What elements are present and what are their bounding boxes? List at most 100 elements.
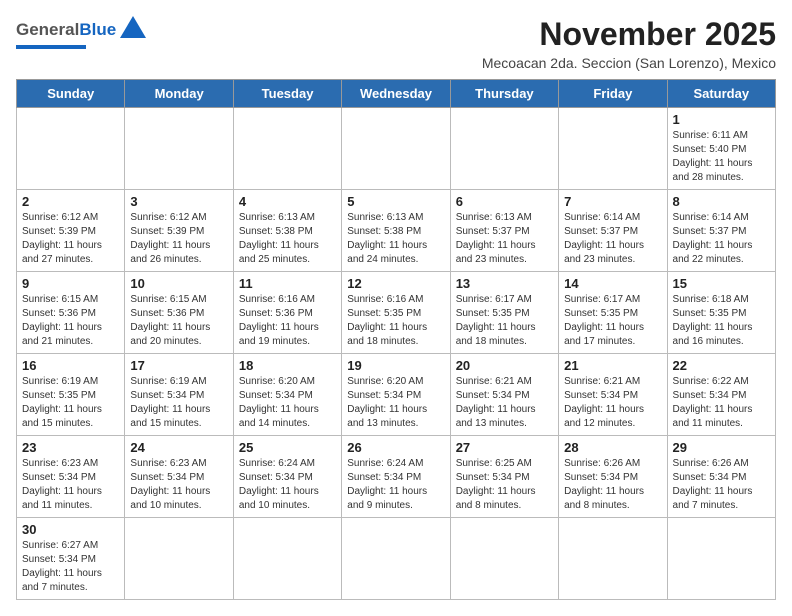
day-header-monday: Monday [125,80,233,108]
title-section: November 2025 Mecoacan 2da. Seccion (San… [482,16,776,71]
calendar-cell [342,108,450,190]
calendar-cell: 22 Sunrise: 6:22 AM Sunset: 5:34 PM Dayli… [667,354,775,436]
calendar-cell: 26 Sunrise: 6:24 AM Sunset: 5:34 PM Dayli… [342,436,450,518]
day-number: 14 [564,276,661,291]
day-info: Sunrise: 6:14 AM Sunset: 5:37 PM Dayligh… [673,211,770,267]
calendar-week-row: 16 Sunrise: 6:19 AM Sunset: 5:35 PM Dayli… [17,354,776,436]
calendar-cell: 23Sunrise: 6:23 AM Sunset: 5:34 PM Dayli… [17,436,125,518]
calendar-cell: 18 Sunrise: 6:20 AM Sunset: 5:34 PM Dayli… [233,354,341,436]
day-info: Sunrise: 6:20 AM Sunset: 5:34 PM Dayligh… [239,375,336,431]
day-info: Sunrise: 6:15 AM Sunset: 5:36 PM Dayligh… [130,293,227,349]
day-number: 16 [22,358,119,373]
day-info: Sunrise: 6:24 AM Sunset: 5:34 PM Dayligh… [239,457,336,513]
calendar-cell [559,108,667,190]
day-header-friday: Friday [559,80,667,108]
day-number: 28 [564,440,661,455]
day-info: Sunrise: 6:15 AM Sunset: 5:36 PM Dayligh… [22,293,119,349]
day-info: Sunrise: 6:24 AM Sunset: 5:34 PM Dayligh… [347,457,444,513]
day-info: Sunrise: 6:23 AM Sunset: 5:34 PM Dayligh… [22,457,119,513]
day-number: 10 [130,276,227,291]
day-info: Sunrise: 6:26 AM Sunset: 5:34 PM Dayligh… [673,457,770,513]
day-number: 29 [673,440,770,455]
day-number: 21 [564,358,661,373]
day-number: 1 [673,112,770,127]
day-header-saturday: Saturday [667,80,775,108]
day-info: Sunrise: 6:12 AM Sunset: 5:39 PM Dayligh… [130,211,227,267]
day-info: Sunrise: 6:20 AM Sunset: 5:34 PM Dayligh… [347,375,444,431]
day-info: Sunrise: 6:22 AM Sunset: 5:34 PM Dayligh… [673,375,770,431]
day-info: Sunrise: 6:25 AM Sunset: 5:34 PM Dayligh… [456,457,553,513]
calendar-cell: 27 Sunrise: 6:25 AM Sunset: 5:34 PM Dayli… [450,436,558,518]
calendar-cell: 8 Sunrise: 6:14 AM Sunset: 5:37 PM Daylig… [667,190,775,272]
day-info: Sunrise: 6:11 AM Sunset: 5:40 PM Dayligh… [673,129,770,185]
day-number: 30 [22,522,119,537]
day-number: 24 [130,440,227,455]
day-number: 17 [130,358,227,373]
day-number: 26 [347,440,444,455]
calendar-cell: 24Sunrise: 6:23 AM Sunset: 5:34 PM Dayli… [125,436,233,518]
calendar-cell: 3Sunrise: 6:12 AM Sunset: 5:39 PM Daylig… [125,190,233,272]
calendar-week-row: 9Sunrise: 6:15 AM Sunset: 5:36 PM Daylig… [17,272,776,354]
day-number: 6 [456,194,553,209]
calendar-cell: 25 Sunrise: 6:24 AM Sunset: 5:34 PM Dayli… [233,436,341,518]
logo: General Blue [16,16,146,49]
day-info: Sunrise: 6:13 AM Sunset: 5:37 PM Dayligh… [456,211,553,267]
day-number: 7 [564,194,661,209]
calendar-cell: 15Sunrise: 6:18 AM Sunset: 5:35 PM Dayli… [667,272,775,354]
calendar-cell: 30 Sunrise: 6:27 AM Sunset: 5:34 PM Dayli… [17,518,125,600]
calendar-cell: 11Sunrise: 6:16 AM Sunset: 5:36 PM Dayli… [233,272,341,354]
calendar-cell [125,108,233,190]
calendar-week-row: 23Sunrise: 6:23 AM Sunset: 5:34 PM Dayli… [17,436,776,518]
day-number: 18 [239,358,336,373]
day-header-sunday: Sunday [17,80,125,108]
calendar-cell [233,108,341,190]
calendar-cell: 10 Sunrise: 6:15 AM Sunset: 5:36 PM Dayli… [125,272,233,354]
calendar-cell: 12Sunrise: 6:16 AM Sunset: 5:35 PM Dayli… [342,272,450,354]
day-number: 20 [456,358,553,373]
day-number: 22 [673,358,770,373]
day-number: 4 [239,194,336,209]
calendar-cell [17,108,125,190]
day-info: Sunrise: 6:21 AM Sunset: 5:34 PM Dayligh… [456,375,553,431]
calendar-cell: 28 Sunrise: 6:26 AM Sunset: 5:34 PM Dayli… [559,436,667,518]
day-number: 8 [673,194,770,209]
calendar-cell: 7 Sunrise: 6:14 AM Sunset: 5:37 PM Daylig… [559,190,667,272]
calendar-cell [559,518,667,600]
calendar-cell: 5 Sunrise: 6:13 AM Sunset: 5:38 PM Daylig… [342,190,450,272]
day-info: Sunrise: 6:26 AM Sunset: 5:34 PM Dayligh… [564,457,661,513]
day-info: Sunrise: 6:13 AM Sunset: 5:38 PM Dayligh… [347,211,444,267]
day-info: Sunrise: 6:13 AM Sunset: 5:38 PM Dayligh… [239,211,336,267]
calendar-week-row: 2Sunrise: 6:12 AM Sunset: 5:39 PM Daylig… [17,190,776,272]
logo-icon [120,16,146,43]
day-number: 13 [456,276,553,291]
calendar-cell: 6 Sunrise: 6:13 AM Sunset: 5:37 PM Daylig… [450,190,558,272]
calendar-cell [342,518,450,600]
day-number: 27 [456,440,553,455]
day-header-wednesday: Wednesday [342,80,450,108]
day-number: 19 [347,358,444,373]
logo-blue-text: Blue [79,20,116,40]
day-number: 25 [239,440,336,455]
calendar-cell [125,518,233,600]
calendar-week-row: 1 Sunrise: 6:11 AM Sunset: 5:40 PM Daylig… [17,108,776,190]
day-info: Sunrise: 6:19 AM Sunset: 5:34 PM Dayligh… [130,375,227,431]
calendar-cell: 9Sunrise: 6:15 AM Sunset: 5:36 PM Daylig… [17,272,125,354]
day-info: Sunrise: 6:16 AM Sunset: 5:36 PM Dayligh… [239,293,336,349]
day-info: Sunrise: 6:19 AM Sunset: 5:35 PM Dayligh… [22,375,119,431]
day-header-tuesday: Tuesday [233,80,341,108]
day-info: Sunrise: 6:27 AM Sunset: 5:34 PM Dayligh… [22,539,119,595]
calendar-cell: 16 Sunrise: 6:19 AM Sunset: 5:35 PM Dayli… [17,354,125,436]
calendar-cell: 4 Sunrise: 6:13 AM Sunset: 5:38 PM Daylig… [233,190,341,272]
calendar-cell [233,518,341,600]
calendar-cell: 2Sunrise: 6:12 AM Sunset: 5:39 PM Daylig… [17,190,125,272]
day-info: Sunrise: 6:17 AM Sunset: 5:35 PM Dayligh… [456,293,553,349]
day-number: 5 [347,194,444,209]
day-info: Sunrise: 6:14 AM Sunset: 5:37 PM Dayligh… [564,211,661,267]
calendar-cell: 14Sunrise: 6:17 AM Sunset: 5:35 PM Dayli… [559,272,667,354]
calendar-cell: 29 Sunrise: 6:26 AM Sunset: 5:34 PM Dayli… [667,436,775,518]
logo-general-text: General [16,20,79,40]
calendar-cell: 20 Sunrise: 6:21 AM Sunset: 5:34 PM Dayli… [450,354,558,436]
subtitle: Mecoacan 2da. Seccion (San Lorenzo), Mex… [482,55,776,71]
day-info: Sunrise: 6:16 AM Sunset: 5:35 PM Dayligh… [347,293,444,349]
calendar-cell: 13 Sunrise: 6:17 AM Sunset: 5:35 PM Dayli… [450,272,558,354]
